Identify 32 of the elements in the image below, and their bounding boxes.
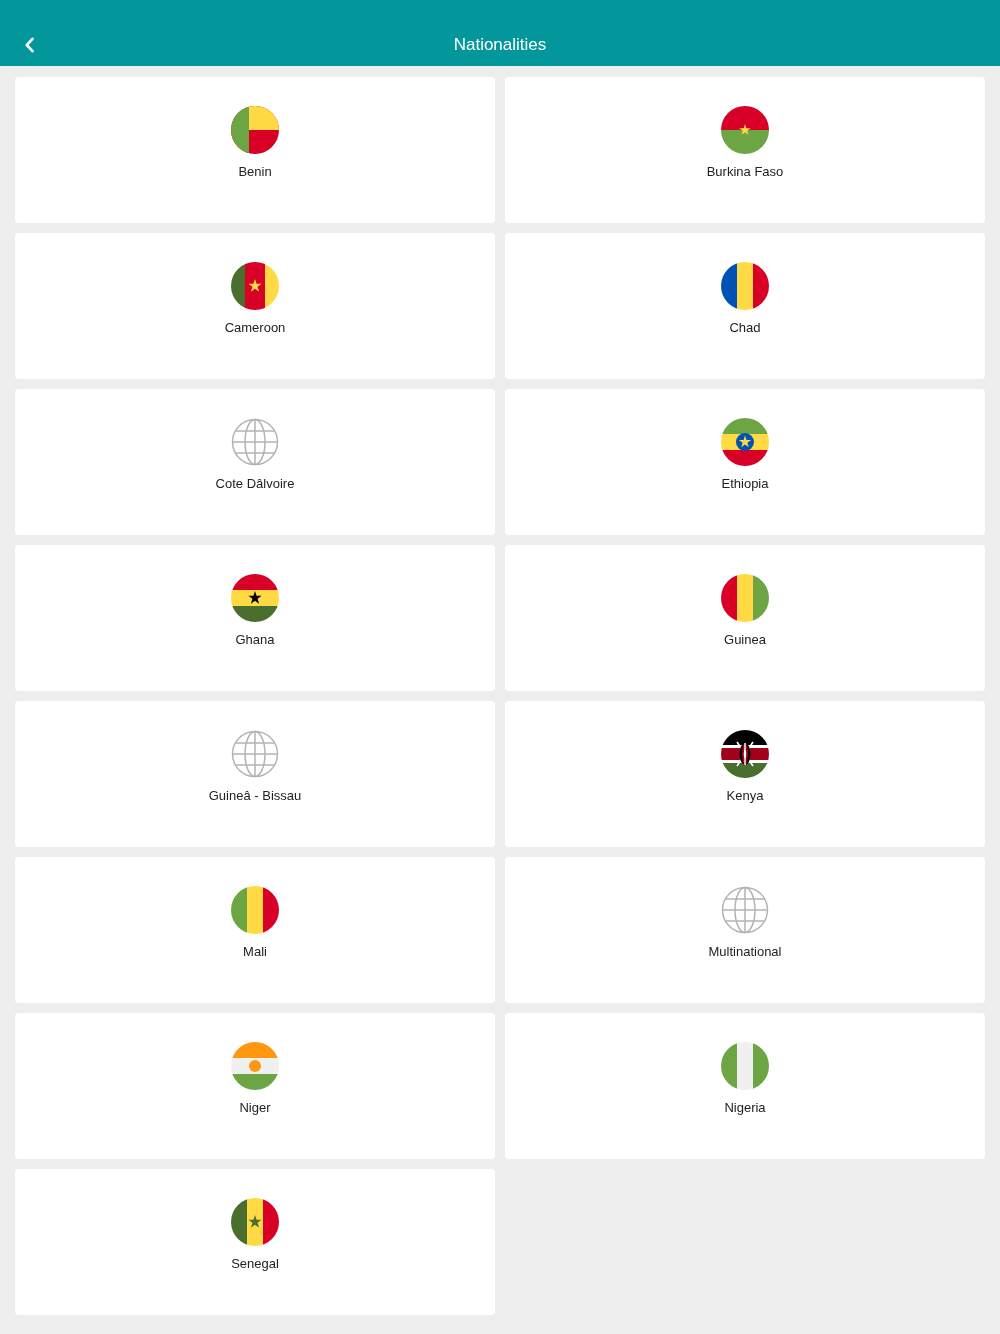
flag-icon xyxy=(231,886,279,934)
nationality-option[interactable]: Senegal xyxy=(15,1169,495,1315)
nationality-option[interactable]: Niger xyxy=(15,1013,495,1159)
flag-icon xyxy=(231,1042,279,1090)
flag-icon xyxy=(721,574,769,622)
globe-icon xyxy=(231,730,279,778)
nationality-option[interactable]: Ghana xyxy=(15,545,495,691)
nationality-option[interactable]: Kenya xyxy=(505,701,985,847)
flag-icon xyxy=(721,262,769,310)
back-icon xyxy=(23,37,35,53)
screen-title: Nationalities xyxy=(453,34,547,56)
nationality-option[interactable]: Multinational xyxy=(505,857,985,1003)
flag-icon xyxy=(231,106,279,154)
nationality-option[interactable]: Chad xyxy=(505,233,985,379)
flag-icon xyxy=(721,418,769,466)
nationality-option[interactable]: Guinea xyxy=(505,545,985,691)
nationality-option[interactable]: Cote Dâlvoire xyxy=(15,389,495,535)
flag-icon xyxy=(721,106,769,154)
nationality-option[interactable]: Benin xyxy=(15,77,495,223)
nationality-option[interactable]: Mali xyxy=(15,857,495,1003)
nationality-option[interactable]: Cameroon xyxy=(15,233,495,379)
nationality-option[interactable]: Ethiopia xyxy=(505,389,985,535)
flag-icon xyxy=(231,262,279,310)
flag-icon xyxy=(231,574,279,622)
globe-icon xyxy=(231,418,279,466)
flag-icon xyxy=(721,1042,769,1090)
globe-icon xyxy=(721,886,769,934)
nationality-option[interactable]: Nigeria xyxy=(505,1013,985,1159)
nationality-option[interactable]: Burkina Faso xyxy=(505,77,985,223)
flag-icon xyxy=(721,730,769,778)
nationality-option[interactable]: Guineâ - Bissau xyxy=(15,701,495,847)
flag-icon xyxy=(231,1198,279,1246)
